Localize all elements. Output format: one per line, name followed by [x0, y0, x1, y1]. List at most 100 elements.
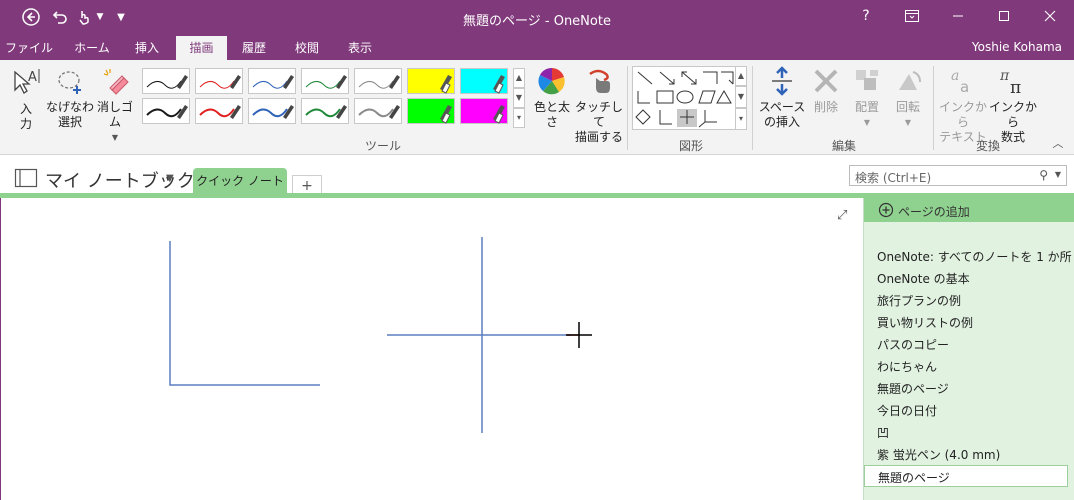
shapes-scroll-up[interactable]: ▲	[735, 66, 747, 86]
title-bar: ▼ ▼ 無題のページ - OneNote ?	[0, 0, 1074, 36]
undo-icon[interactable]	[49, 7, 71, 27]
customize-quick-access-icon[interactable]: ▼	[114, 7, 128, 27]
pen-blue-thick[interactable]	[248, 98, 296, 124]
ink-to-text-button[interactable]: aa インクから テキスト	[937, 66, 989, 145]
shape-arrow[interactable]	[659, 71, 675, 85]
add-page-label: ページの追加	[898, 205, 970, 219]
shape-line[interactable]	[637, 71, 653, 85]
eraser-dropdown-icon[interactable]: ▼	[94, 130, 136, 145]
page-item[interactable]: OneNote: すべてのノートを 1 か所	[877, 248, 1072, 265]
shape-axis-xy[interactable]	[659, 110, 672, 125]
svg-text:π: π	[1010, 78, 1021, 96]
page-item[interactable]: わにちゃん	[877, 358, 937, 375]
pen-gallery-more[interactable]: ▾	[513, 108, 525, 128]
rotate-button[interactable]: 回転 ▼	[888, 66, 928, 130]
page-item[interactable]: 凹	[877, 424, 889, 441]
tools-group-label: ツール	[364, 139, 401, 153]
maximize-button[interactable]	[981, 0, 1027, 32]
tab-history[interactable]: 履歴	[229, 36, 279, 60]
shapes-scroll-down[interactable]: ▼	[735, 86, 747, 108]
pen-green-thick[interactable]	[301, 98, 349, 124]
color-thickness-button[interactable]: 色と太さ	[529, 66, 575, 130]
insert-space-button[interactable]: スペース の挿入	[757, 66, 807, 130]
eraser-label: 消しゴム	[96, 100, 133, 129]
pen-gallery-scroll-down[interactable]: ▼	[513, 88, 525, 108]
page-item[interactable]: 無題のページ	[877, 380, 949, 397]
page-item[interactable]: OneNote の基本	[877, 270, 970, 287]
pen-blue-thin[interactable]	[248, 68, 296, 94]
page-item-selected[interactable]: 無題のページ	[864, 465, 1068, 487]
svg-text:a: a	[960, 78, 969, 96]
shape-triangle[interactable]	[716, 90, 732, 104]
page-item[interactable]: 今日の日付	[877, 402, 937, 419]
search-scope-dropdown-icon[interactable]: ▼	[1055, 170, 1061, 179]
shape-corner-right[interactable]	[703, 71, 718, 84]
search-placeholder: 検索 (Ctrl+E)	[855, 171, 932, 185]
ink-shape-axis[interactable]	[169, 241, 320, 386]
insert-space-label-1: スペース	[758, 100, 806, 114]
lasso-select-button[interactable]: なげなわ 選択	[46, 66, 94, 130]
shape-corner-left[interactable]	[637, 91, 650, 104]
add-page-button[interactable]: ページの追加	[864, 198, 1074, 222]
minimize-button[interactable]	[935, 0, 981, 32]
pen-gallery-scroll-up[interactable]: ▲	[513, 68, 525, 88]
delete-button[interactable]: 削除	[806, 66, 846, 115]
pen-black-thin[interactable]	[142, 68, 190, 94]
tab-draw[interactable]: 描画	[176, 36, 227, 60]
touch-mode-icon[interactable]	[74, 7, 94, 27]
pen-gray-thick[interactable]	[354, 98, 402, 124]
eraser-button[interactable]: 消しゴム ▼	[94, 66, 136, 145]
search-icon[interactable]: ⚲	[1039, 168, 1048, 182]
ribbon-separator	[933, 66, 934, 150]
touch-mode-dropdown-icon[interactable]: ▼	[94, 7, 106, 27]
page-item[interactable]: 旅行プランの例	[877, 292, 961, 309]
pointer-text-icon: A	[14, 69, 40, 94]
help-button[interactable]: ?	[843, 0, 889, 32]
highlighter-magenta[interactable]	[460, 98, 508, 124]
shapes-more[interactable]: ▾	[735, 108, 747, 130]
highlighter-yellow[interactable]	[407, 68, 455, 94]
add-page-icon	[878, 202, 894, 218]
tab-file[interactable]: ファイル	[0, 36, 58, 60]
shape-corner-down[interactable]	[721, 71, 734, 85]
close-button[interactable]	[1027, 0, 1073, 32]
arrange-dropdown-icon[interactable]: ▼	[847, 115, 887, 130]
tab-insert[interactable]: 挿入	[122, 36, 172, 60]
ribbon-display-options-button[interactable]	[889, 0, 935, 32]
tab-review[interactable]: 校閲	[282, 36, 332, 60]
shape-parallelogram[interactable]	[698, 90, 716, 104]
notebook-dropdown-icon[interactable]: ▼	[166, 173, 174, 184]
search-input[interactable]: 検索 (Ctrl+E) ⚲ ▼	[849, 165, 1067, 186]
user-name[interactable]: Yoshie Kohama	[972, 40, 1062, 54]
pen-black-thick[interactable]	[142, 98, 190, 124]
pen-red-thick[interactable]	[195, 98, 243, 124]
shape-rectangle[interactable]	[656, 90, 674, 104]
tab-view[interactable]: 表示	[335, 36, 385, 60]
shape-diamond[interactable]	[635, 109, 651, 125]
ink-shape-cross[interactable]	[387, 237, 579, 433]
highlighter-green[interactable]	[407, 98, 455, 124]
page-item[interactable]: 紫 蛍光ペン (4.0 mm)	[877, 446, 1000, 463]
back-icon[interactable]	[20, 7, 42, 27]
highlighter-cyan[interactable]	[460, 68, 508, 94]
touch-draw-button[interactable]: タッチして 描画する	[574, 66, 624, 145]
rotate-dropdown-icon[interactable]: ▼	[888, 115, 928, 130]
tab-home[interactable]: ホーム	[63, 36, 121, 60]
page-item[interactable]: 買い物リストの例	[877, 314, 973, 331]
touch-draw-icon	[589, 69, 610, 93]
pen-gray-thin[interactable]	[354, 68, 402, 94]
page-item[interactable]: パスのコピー	[877, 336, 949, 353]
ink-to-text-icon: aa	[951, 68, 969, 96]
collapse-ribbon-icon[interactable]: ︿	[1050, 136, 1066, 151]
input-button[interactable]: A 入力	[8, 66, 44, 132]
notebook-icon[interactable]	[14, 168, 38, 191]
shape-double-arrow[interactable]	[681, 71, 697, 85]
shape-ellipse[interactable]	[676, 90, 694, 104]
arrange-button[interactable]: 配置 ▼	[847, 66, 887, 130]
shape-axis-3d[interactable]	[698, 110, 717, 128]
page-item-selected-label: 無題のページ	[878, 471, 950, 485]
page-canvas[interactable]: ⤢	[0, 198, 863, 500]
ink-to-math-button[interactable]: ππ インクから 数式	[988, 66, 1038, 145]
pen-red-thin[interactable]	[195, 68, 243, 94]
pen-green-thin[interactable]	[301, 68, 349, 94]
